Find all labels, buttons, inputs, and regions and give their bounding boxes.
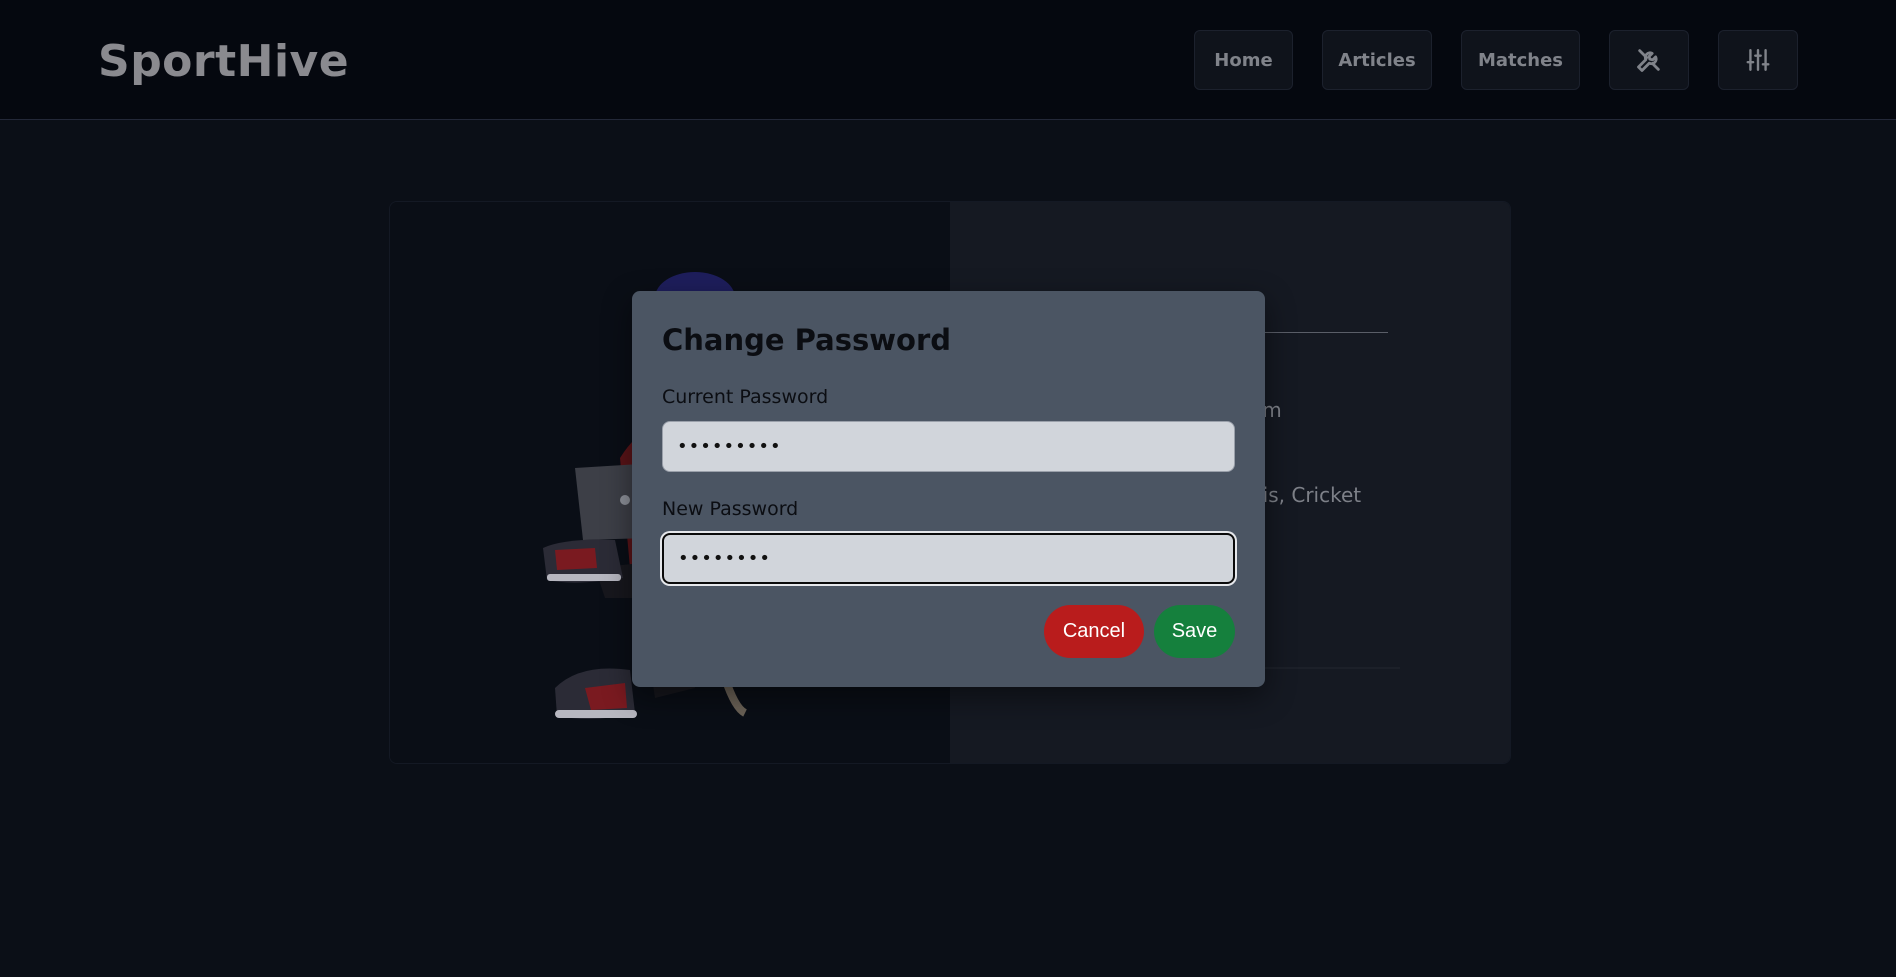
settings-button[interactable] (1718, 30, 1798, 90)
cancel-button[interactable]: Cancel (1044, 605, 1144, 658)
change-password-modal: Change Password Current Password New Pas… (632, 291, 1265, 687)
save-button[interactable]: Save (1154, 605, 1235, 658)
tools-icon (1635, 46, 1663, 74)
nav-matches-button[interactable]: Matches (1461, 30, 1580, 90)
profile-sports-text: nis, Cricket (1250, 483, 1362, 507)
nav-articles-button[interactable]: Articles (1322, 30, 1432, 90)
current-password-label: Current Password (662, 386, 829, 408)
current-password-input[interactable] (662, 421, 1235, 472)
top-nav-bar: SportHive Home Articles Matches (0, 0, 1896, 120)
tools-button[interactable] (1609, 30, 1689, 90)
modal-title: Change Password (662, 323, 952, 357)
sliders-icon (1745, 47, 1771, 73)
new-password-input[interactable] (662, 533, 1235, 584)
new-password-label: New Password (662, 498, 799, 520)
brand-logo[interactable]: SportHive (98, 36, 349, 87)
nav-home-button[interactable]: Home (1194, 30, 1293, 90)
